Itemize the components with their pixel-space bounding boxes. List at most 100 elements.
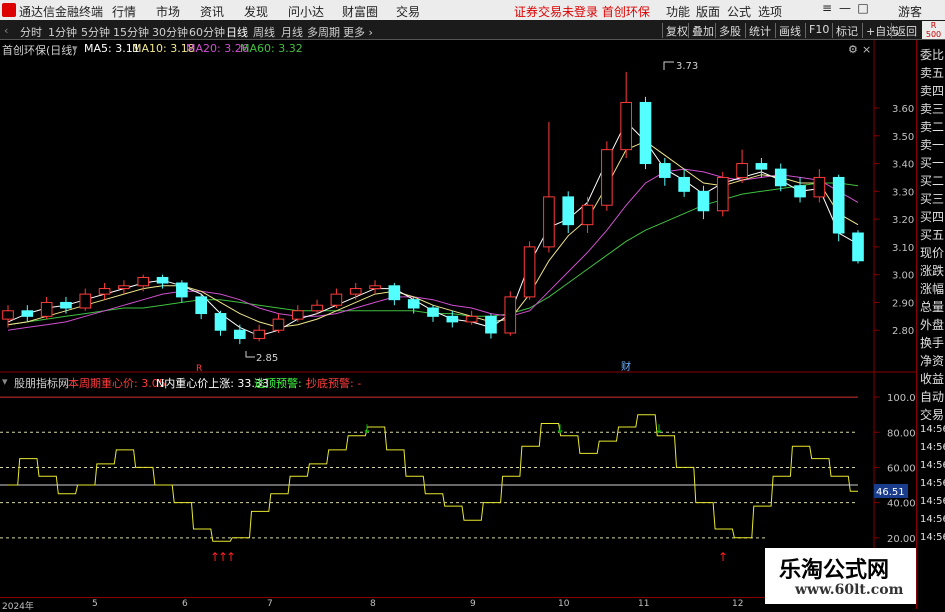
candle-body: [21, 310, 34, 317]
multi-stock-button[interactable]: 多股: [715, 23, 744, 38]
rp-pct: 涨幅: [920, 282, 945, 296]
f10-button[interactable]: F10: [805, 23, 832, 38]
menu-item-xuanxiang[interactable]: 选项: [758, 3, 782, 20]
candle-body: [60, 301, 72, 309]
candle-body: [813, 176, 826, 198]
watermark-title: 乐淘公式网: [779, 557, 890, 583]
overlay-button[interactable]: 叠加: [688, 23, 717, 38]
kline-chart[interactable]: 3.60 3.50 3.40 3.30 3.20 3.10 3.00 2.90 2.80 3.7…: [0, 40, 916, 373]
r-event-marker[interactable]: R: [196, 364, 202, 373]
nav-arrow-icon[interactable]: ‹: [4, 24, 8, 37]
rp-sell1: 卖一: [920, 138, 945, 152]
rp-earnings: 收益: [920, 372, 945, 386]
title-bar: 通达信金融终端 行情 市场 资讯 发现 问小达 财富圈 交易 证券交易未登录 首…: [0, 0, 945, 20]
period-weekly[interactable]: 周线: [253, 24, 275, 40]
period-multi[interactable]: 多周期: [307, 24, 340, 40]
period-daily[interactable]: 日线: [226, 24, 248, 40]
stock-name-label: 首创环保: [601, 5, 650, 19]
rp-change: 涨跌: [920, 264, 945, 278]
candle-body: [253, 329, 265, 340]
rp-time: 14:56: [920, 424, 945, 435]
candle-body: [678, 176, 690, 192]
finance-event-marker[interactable]: 财: [621, 360, 631, 373]
low-price-label: 2.85: [256, 353, 278, 364]
menu-item-faxian[interactable]: 发现: [244, 3, 268, 20]
candle-body: [504, 296, 517, 334]
menu-item-banmian[interactable]: 版面: [696, 3, 720, 20]
candle-body: [137, 276, 150, 287]
candle-body: [659, 163, 671, 178]
candle-body: [832, 176, 845, 234]
draw-line-button[interactable]: 画线: [775, 23, 804, 38]
price-tick-label: 2.90: [892, 298, 914, 309]
mark-button[interactable]: 标记: [832, 23, 861, 38]
menu-item-caifuquan[interactable]: 财富圈: [342, 3, 378, 20]
menu-item-wenxiaoda[interactable]: 问小达: [288, 3, 324, 20]
candle-body: [446, 315, 459, 323]
candle-body: [562, 196, 575, 226]
indicator-i2: N内重心价上涨: 33.33: [156, 377, 269, 390]
period-60min[interactable]: 60分钟: [189, 24, 225, 40]
stats-button[interactable]: 统计: [745, 23, 774, 38]
menu-item-gongneng[interactable]: 功能: [666, 3, 690, 20]
candle-body: [272, 318, 285, 331]
rp-auto[interactable]: 自动: [920, 388, 944, 405]
period-5min[interactable]: 5分钟: [81, 24, 110, 40]
indicator-tick-label: 100.0: [887, 393, 916, 404]
menu-item-zixun[interactable]: 资讯: [200, 3, 224, 20]
rp-sell5: 卖五: [920, 66, 945, 80]
time-label: 5: [92, 599, 98, 609]
chevron-down-icon: ▾: [2, 375, 8, 388]
menu-item-gongshi[interactable]: 公式: [727, 3, 751, 20]
indicator-i1: 本周期重心价: 3.05: [68, 377, 166, 390]
indicator-name: 股朋指标网: [14, 377, 69, 390]
candle-body: [407, 299, 420, 309]
menu-item-hangqing[interactable]: 行情: [112, 3, 136, 20]
minimize-icon[interactable]: —: [836, 1, 854, 15]
chevron-down-icon: ▾: [72, 42, 78, 55]
quote-side-panel[interactable]: 委比 卖五 卖四 卖三 卖二 卖一 买一 买二 买三 买四 买五 现价 涨跌 涨…: [916, 40, 945, 609]
window-controls: ≡ — □: [818, 1, 874, 19]
candle-body: [639, 101, 652, 165]
period-15min[interactable]: 15分钟: [113, 24, 149, 40]
period-more[interactable]: 更多 ›: [343, 24, 373, 40]
candle-body: [311, 304, 323, 312]
candle-body: [736, 163, 748, 178]
r-badge[interactable]: R 500: [922, 21, 945, 39]
rp-buy3: 买三: [920, 192, 945, 206]
candle-body: [195, 296, 207, 315]
period-fenshi[interactable]: 分时: [20, 24, 42, 40]
menu-icon[interactable]: ≡: [818, 1, 836, 15]
candle-body: [427, 307, 439, 317]
indicator-tick-label: 80.00: [887, 428, 916, 439]
app-logo-icon: [2, 3, 16, 17]
candle-body: [465, 315, 478, 323]
candle-body: [214, 313, 227, 331]
period-30min[interactable]: 30分钟: [152, 24, 188, 40]
trade-login-notice[interactable]: 证券交易未登录 首创环保: [514, 3, 650, 20]
chevron-right-icon: ›: [368, 26, 373, 39]
guest-login[interactable]: 游客: [898, 3, 922, 20]
fuquan-button[interactable]: 复权: [662, 23, 691, 38]
candle-body: [118, 285, 130, 290]
period-1min[interactable]: 1分钟: [48, 24, 77, 40]
price-tick-label: 3.50: [892, 132, 914, 143]
menu-item-jiaoyi[interactable]: 交易: [396, 3, 420, 20]
candle-body: [716, 176, 729, 212]
down-arrow-icon: ↓: [362, 422, 372, 436]
rp-time: 14:56: [920, 442, 945, 453]
rp-trade[interactable]: 交易: [920, 406, 944, 423]
candle-body: [774, 168, 787, 187]
candle-body: [234, 329, 246, 340]
ma60-value: MA60: 3.32: [240, 42, 303, 55]
menu-item-shichang[interactable]: 市场: [156, 3, 180, 20]
back-button[interactable]: 返回: [891, 23, 920, 38]
price-tick-label: 3.20: [892, 215, 914, 226]
rp-buy5: 买五: [920, 228, 945, 242]
candle-body: [2, 310, 14, 320]
candle-body: [349, 288, 362, 295]
period-monthly[interactable]: 月线: [281, 24, 303, 40]
maximize-icon[interactable]: □: [854, 1, 872, 15]
indicator-tick-label: 20.00: [887, 534, 916, 545]
time-label: 7: [267, 599, 273, 609]
